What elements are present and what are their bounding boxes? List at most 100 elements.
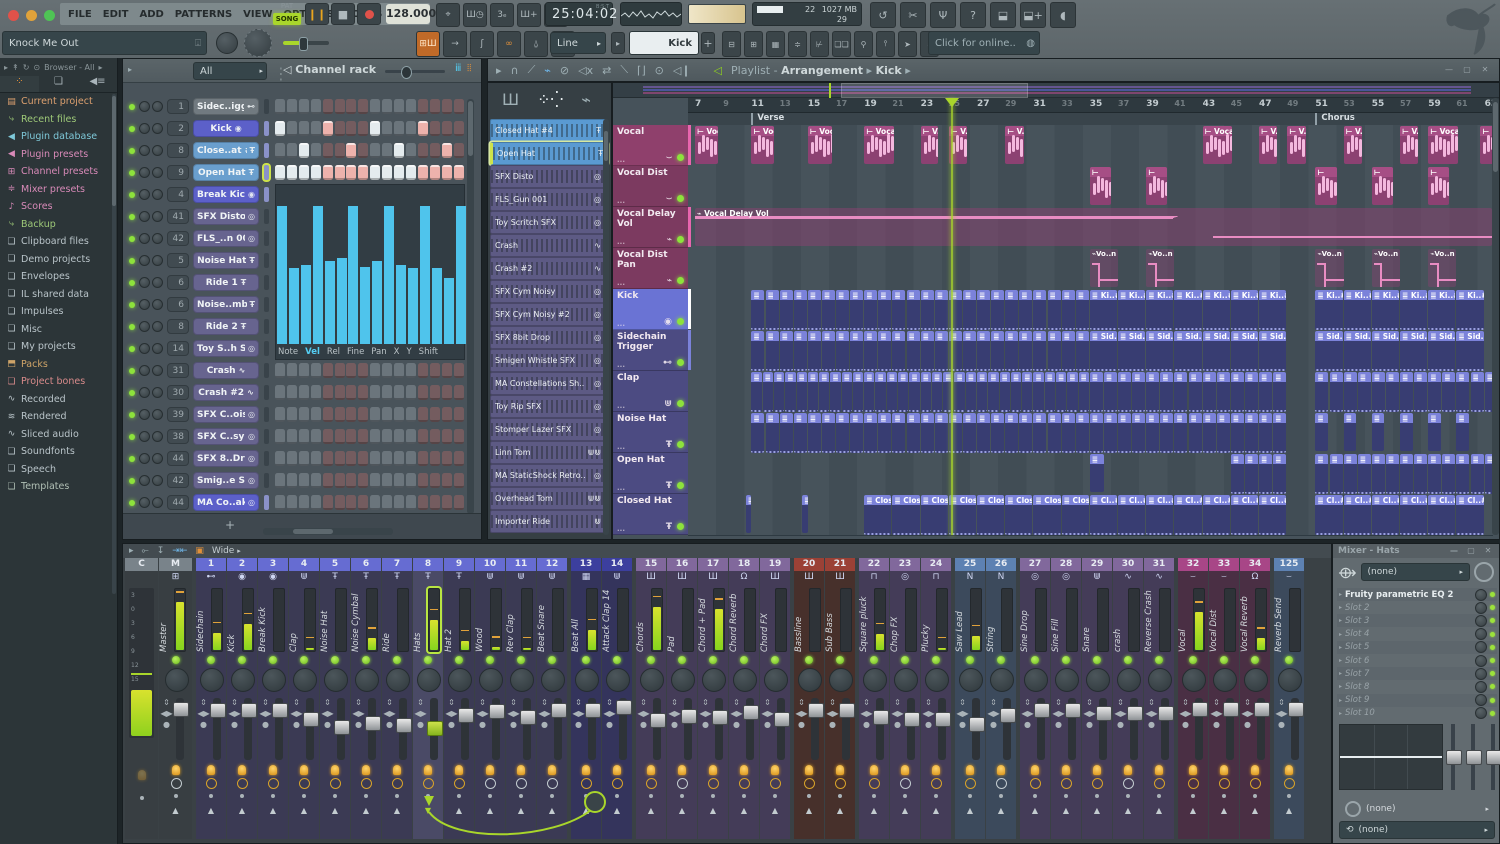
pattern-clip[interactable]: ≣ xyxy=(1471,454,1484,494)
pattern-clip[interactable]: ≣ xyxy=(1330,454,1343,494)
pattern-clip[interactable]: ≣ xyxy=(1358,454,1371,494)
strip-clock-icon[interactable] xyxy=(1030,778,1041,789)
strip-mute-lamp[interactable] xyxy=(771,765,779,775)
step-14[interactable] xyxy=(430,121,440,136)
strip-fader[interactable] xyxy=(619,698,627,760)
step-10[interactable] xyxy=(382,407,392,422)
strip-route-arrow[interactable]: ▲ xyxy=(1144,806,1174,815)
step-13[interactable] xyxy=(418,99,428,114)
step-5[interactable] xyxy=(323,363,333,378)
step-10[interactable] xyxy=(382,451,392,466)
strip-knob-small[interactable]: ● xyxy=(160,720,173,729)
strip-clock-icon[interactable] xyxy=(454,778,465,789)
fx-slot-arrow-icon[interactable]: ▸ xyxy=(1339,657,1342,664)
pattern-clip[interactable]: ≣ xyxy=(892,413,905,453)
strip-width-icon[interactable]: ◀▶ xyxy=(761,709,774,718)
strip-clock-icon[interactable] xyxy=(1092,778,1103,789)
strip-enable-led[interactable] xyxy=(709,656,717,664)
pattern-clip[interactable]: ≣ xyxy=(794,413,807,453)
channel-button-kick[interactable]: Kick◉ xyxy=(193,120,259,137)
strip-knob-small[interactable]: ● xyxy=(445,720,458,729)
pattern-clip[interactable]: ≣ xyxy=(1259,454,1272,494)
step-8[interactable] xyxy=(358,495,368,510)
step-7[interactable] xyxy=(346,429,356,444)
step-5[interactable] xyxy=(323,165,333,180)
audio-clip[interactable]: ⊢ V..l xyxy=(1005,126,1023,164)
channel-pan-knob[interactable] xyxy=(139,277,150,288)
strip-route-arrow[interactable]: ▲ xyxy=(196,806,226,815)
strip-pan-knob[interactable] xyxy=(541,668,565,692)
pattern-clip[interactable]: ≣ Closed Hat xyxy=(1033,495,1060,535)
pattern-clip[interactable]: ≣ xyxy=(1146,413,1159,453)
strip-knob-small[interactable]: ● xyxy=(761,720,774,729)
strip-route-arrow[interactable]: ▲ xyxy=(571,806,601,815)
fx-slot-enable-led[interactable] xyxy=(1490,645,1495,650)
strip-mute-lamp[interactable] xyxy=(678,765,686,775)
browser-item-impulses[interactable]: ❏Impulses xyxy=(0,303,117,321)
fx-slot-2[interactable]: ▸Slot 2 xyxy=(1337,601,1497,614)
channel-enable-led[interactable] xyxy=(129,192,135,198)
strip-sep-icon[interactable]: ⇕ xyxy=(987,698,1000,707)
strip-width-icon[interactable]: ◀▶ xyxy=(507,709,520,718)
step-8[interactable] xyxy=(358,143,368,158)
eq-slider-3[interactable] xyxy=(1491,724,1495,790)
strip-number[interactable]: 33 xyxy=(1209,558,1239,571)
master-pitch-knob[interactable] xyxy=(244,29,272,57)
step-7[interactable] xyxy=(346,473,356,488)
step-6[interactable] xyxy=(335,495,345,510)
step-11[interactable] xyxy=(394,143,404,158)
step-9[interactable] xyxy=(370,363,380,378)
mixer-strip-kick[interactable]: 2◉Kick⇕◀▶●▲ xyxy=(227,558,257,839)
browser-item-misc[interactable]: ❏Misc xyxy=(0,321,117,339)
channel-preview-slot[interactable] xyxy=(264,341,269,356)
mixer-strip-noise-hat[interactable]: 5ŦNoise Hat⇕◀▶●▲ xyxy=(320,558,350,839)
mute-tool-icon[interactable]: ◁x xyxy=(578,64,593,77)
strip-pan-knob[interactable] xyxy=(671,668,695,692)
audio-clip[interactable]: ⊢ Vocal xyxy=(1428,126,1458,164)
fx-slot-mix-knob[interactable] xyxy=(1475,615,1487,627)
note-curve-icon[interactable]: ʃ xyxy=(470,31,494,57)
channel-number[interactable]: 30 xyxy=(167,385,189,400)
step-8[interactable] xyxy=(358,429,368,444)
shuffle-slider[interactable] xyxy=(283,41,329,45)
mixer-strip-c[interactable]: C303691215182124 xyxy=(125,558,158,839)
strip-fader[interactable] xyxy=(554,698,562,760)
mixer-view-icon[interactable]: ▣ xyxy=(195,546,204,556)
step-16[interactable] xyxy=(454,143,464,158)
channel-pan-knob[interactable] xyxy=(139,497,150,508)
channel-button-ride-1[interactable]: Ride 1Ŧ xyxy=(193,274,259,291)
strip-fader[interactable] xyxy=(244,698,252,760)
channel-volume-knob[interactable] xyxy=(152,365,163,376)
pattern-clip[interactable]: ≣ Closed Hat xyxy=(892,495,919,535)
pattern-clip[interactable]: ≣ Cl..#3 xyxy=(1315,495,1342,535)
graph-tab-note[interactable]: Note xyxy=(278,347,298,357)
channel-preview-slot[interactable] xyxy=(264,297,269,312)
step-9[interactable] xyxy=(370,451,380,466)
audio-clip[interactable]: ⊢ Vocal xyxy=(695,126,718,164)
pattern-clip[interactable]: ≣ xyxy=(1231,372,1244,412)
channel-number[interactable]: 5 xyxy=(167,253,189,268)
channel-number[interactable]: 44 xyxy=(167,451,189,466)
browser-item-recorded[interactable]: ∿Recorded xyxy=(0,391,117,409)
strip-route-arrow[interactable]: ▲ xyxy=(444,806,474,815)
strip-number[interactable]: 30 xyxy=(1113,558,1143,571)
strip-pan-knob[interactable] xyxy=(1024,668,1048,692)
fx-slot-arrow-icon[interactable]: ▸ xyxy=(1339,710,1342,717)
channel-rack-panel-button[interactable]: ▦ xyxy=(766,31,785,57)
strip-fader-cap[interactable] xyxy=(873,710,889,725)
mixer-strip-chord-fx[interactable]: 19ШChord FX⇕◀▶●▲ xyxy=(760,558,790,839)
strip-mute-lamp[interactable] xyxy=(870,765,878,775)
channel-volume-knob[interactable] xyxy=(152,299,163,310)
browser-item-envelopes[interactable]: ❏Envelopes xyxy=(0,268,117,286)
menu-file[interactable]: FILE xyxy=(68,9,92,20)
strip-clock-icon[interactable] xyxy=(171,778,182,789)
step-4[interactable] xyxy=(311,165,321,180)
channel-preview-slot[interactable] xyxy=(264,319,269,334)
mixer-strip-beat-snare[interactable]: 12⋓Beat Snare⇕◀▶●▲ xyxy=(537,558,567,839)
playlist-track-vocal[interactable]: Vocal...⌣ xyxy=(613,125,688,166)
strip-enable-led[interactable] xyxy=(548,656,556,664)
pattern-clip[interactable]: ≣ xyxy=(1231,413,1244,453)
step-4[interactable] xyxy=(311,429,321,444)
channel-volume-knob[interactable] xyxy=(152,189,163,200)
strip-fader[interactable] xyxy=(1003,698,1011,760)
